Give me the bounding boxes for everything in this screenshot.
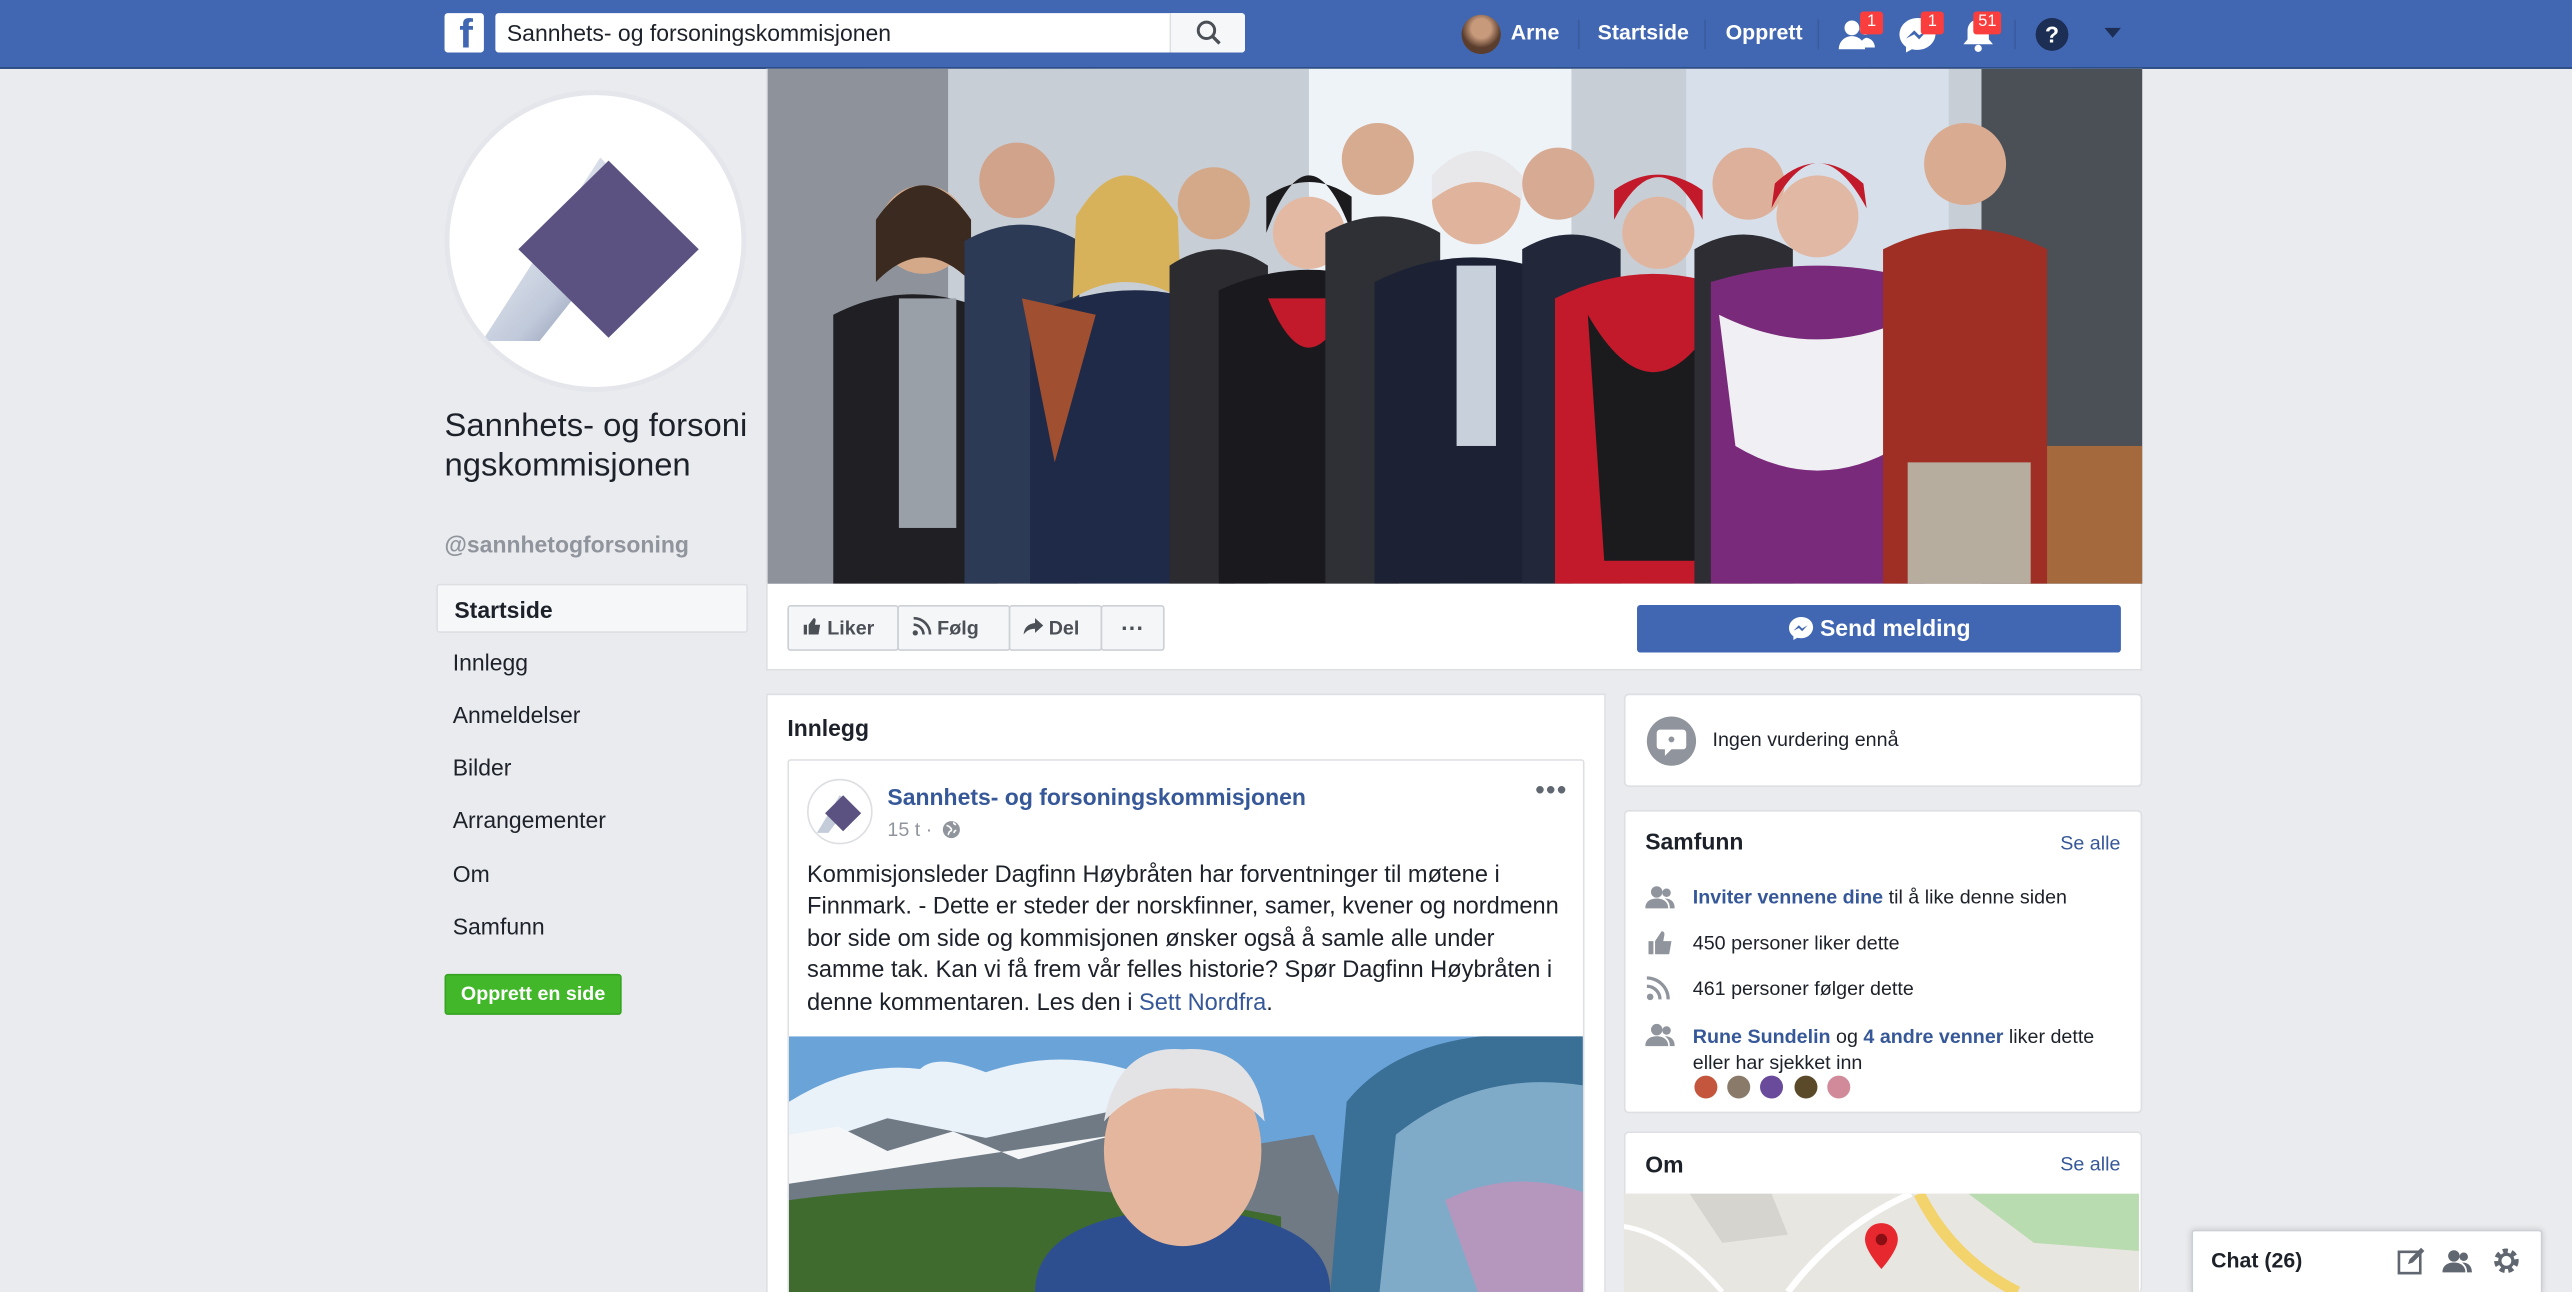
nav-item-home[interactable]: Startside <box>436 583 748 633</box>
thumbs-up-icon <box>1648 931 1672 955</box>
create-page-button[interactable]: Opprett en side <box>444 973 622 1015</box>
facebook-logo-icon[interactable]: f <box>444 13 484 55</box>
search-box <box>495 13 1245 53</box>
nav-divider <box>1704 19 1706 50</box>
nav-divider <box>2014 19 2016 50</box>
post-options-button[interactable]: ••• <box>1535 777 1567 807</box>
post-body: Kommisjonsleder Dagfinn Høybråten har fo… <box>807 861 1568 1020</box>
follow-label: Følg <box>937 616 979 640</box>
create-group-icon[interactable] <box>2442 1246 2472 1276</box>
follows-count: 461 personer følger dette <box>1692 977 1914 1001</box>
post-photo <box>788 1036 1583 1292</box>
commission-logo-icon <box>482 157 699 342</box>
friend-mid-text: og <box>1830 1024 1864 1048</box>
nav-item-posts[interactable]: Innlegg <box>436 638 748 687</box>
messenger-icon <box>1788 617 1813 640</box>
chat-bubble-icon <box>1656 729 1687 756</box>
map-graphic <box>1623 1193 2139 1292</box>
post-author-name[interactable]: Sannhets- og forsoningskommisjonen <box>887 784 1306 810</box>
cover-photo[interactable] <box>767 68 2143 584</box>
follow-button[interactable]: Følg <box>897 605 1011 651</box>
location-map[interactable] <box>1623 1193 2139 1292</box>
profile-link[interactable]: Arne <box>1511 20 1560 45</box>
friends-like-row: Rune Sundelin og 4 andre venner liker de… <box>1693 1023 2123 1075</box>
rating-icon <box>1646 716 1697 766</box>
commission-logo-icon <box>816 795 862 833</box>
caret-down-icon[interactable] <box>2103 26 2123 39</box>
invite-rest-text: til å like denne siden <box>1883 885 2067 909</box>
rss-icon <box>912 616 932 636</box>
chat-label[interactable]: Chat (26) <box>2211 1248 2302 1273</box>
page-profile-picture[interactable] <box>444 90 747 392</box>
invite-friends-link[interactable]: Inviter vennene dine <box>1693 885 1883 908</box>
post-link[interactable]: Sett Nordfra <box>1139 990 1266 1016</box>
post-author-avatar[interactable] <box>807 778 873 845</box>
other-friends-link[interactable]: 4 andre venner <box>1863 1025 2003 1048</box>
rss-icon <box>1646 976 1670 1001</box>
community-see-all-link[interactable]: Se alle <box>2060 831 2120 854</box>
post-time-text: 15 t · <box>887 818 933 842</box>
gear-icon[interactable] <box>2492 1246 2522 1276</box>
nav-item-photos[interactable]: Bilder <box>436 743 748 792</box>
search-input[interactable] <box>495 13 1168 53</box>
friend-avatar[interactable] <box>1725 1073 1752 1101</box>
nav-item-events[interactable]: Arrangementer <box>436 795 748 844</box>
notifications-badge: 51 <box>1973 11 2002 35</box>
globe-icon <box>942 821 960 839</box>
search-icon <box>1196 20 1221 45</box>
post-image[interactable] <box>788 1036 1583 1292</box>
share-button[interactable]: Del <box>1008 605 1103 651</box>
nav-divider <box>1817 19 1820 50</box>
friends-icon <box>1645 1023 1675 1047</box>
invite-row: Inviter vennene dine til å like denne si… <box>1693 885 2067 908</box>
friend-avatar[interactable] <box>1758 1073 1785 1101</box>
nav-item-community[interactable]: Samfunn <box>436 902 748 951</box>
share-arrow-icon <box>1023 618 1044 635</box>
top-navigation-bar <box>0 0 2572 69</box>
likes-count: 450 personer liker dette <box>1692 931 1900 955</box>
like-label: Liker <box>827 616 875 640</box>
user-avatar[interactable] <box>1461 14 1501 55</box>
send-message-label: Send melding <box>1819 614 1971 642</box>
cover-card <box>766 68 2143 671</box>
page-handle[interactable]: @sannhetogforsoning <box>445 531 689 557</box>
friend-name-link[interactable]: Rune Sundelin <box>1693 1025 1831 1048</box>
messages-badge: 1 <box>1920 11 1944 35</box>
nav-item-reviews[interactable]: Anmeldelser <box>436 690 748 739</box>
search-button[interactable] <box>1169 13 1245 53</box>
share-label: Del <box>1048 616 1080 640</box>
nav-divider <box>1577 19 1580 50</box>
thumbs-up-icon <box>803 618 821 635</box>
help-icon[interactable]: ? <box>2034 16 2070 52</box>
friend-avatar[interactable] <box>1825 1073 1852 1101</box>
community-title: Samfunn <box>1645 827 1744 855</box>
create-link[interactable]: Opprett <box>1726 20 1803 45</box>
friend-requests-badge: 1 <box>1860 11 1884 35</box>
friend-avatar[interactable] <box>1692 1073 1720 1101</box>
post-text-end: . <box>1266 989 1273 1016</box>
about-see-all-link[interactable]: Se alle <box>2060 1153 2120 1176</box>
rating-text: Ingen vurdering ennå <box>1712 727 1899 751</box>
like-page-button[interactable]: Liker <box>787 605 899 651</box>
svg-text:?: ? <box>2045 22 2059 48</box>
send-message-button[interactable]: Send melding <box>1637 605 2121 653</box>
page-title: Sannhets- og forsoningskommisjonen <box>444 408 748 484</box>
more-actions-button[interactable]: ··· <box>1100 605 1165 651</box>
about-title: Om <box>1645 1150 1684 1178</box>
nav-item-about[interactable]: Om <box>436 849 748 898</box>
compose-icon[interactable] <box>2396 1246 2426 1276</box>
group-photo <box>767 68 2143 584</box>
friend-avatar[interactable] <box>1792 1073 1820 1101</box>
post-timestamp[interactable]: 15 t · <box>887 818 960 841</box>
invite-friends-icon <box>1645 886 1675 909</box>
home-link[interactable]: Startside <box>1598 20 1689 45</box>
posts-section-title: Innlegg <box>787 714 870 742</box>
